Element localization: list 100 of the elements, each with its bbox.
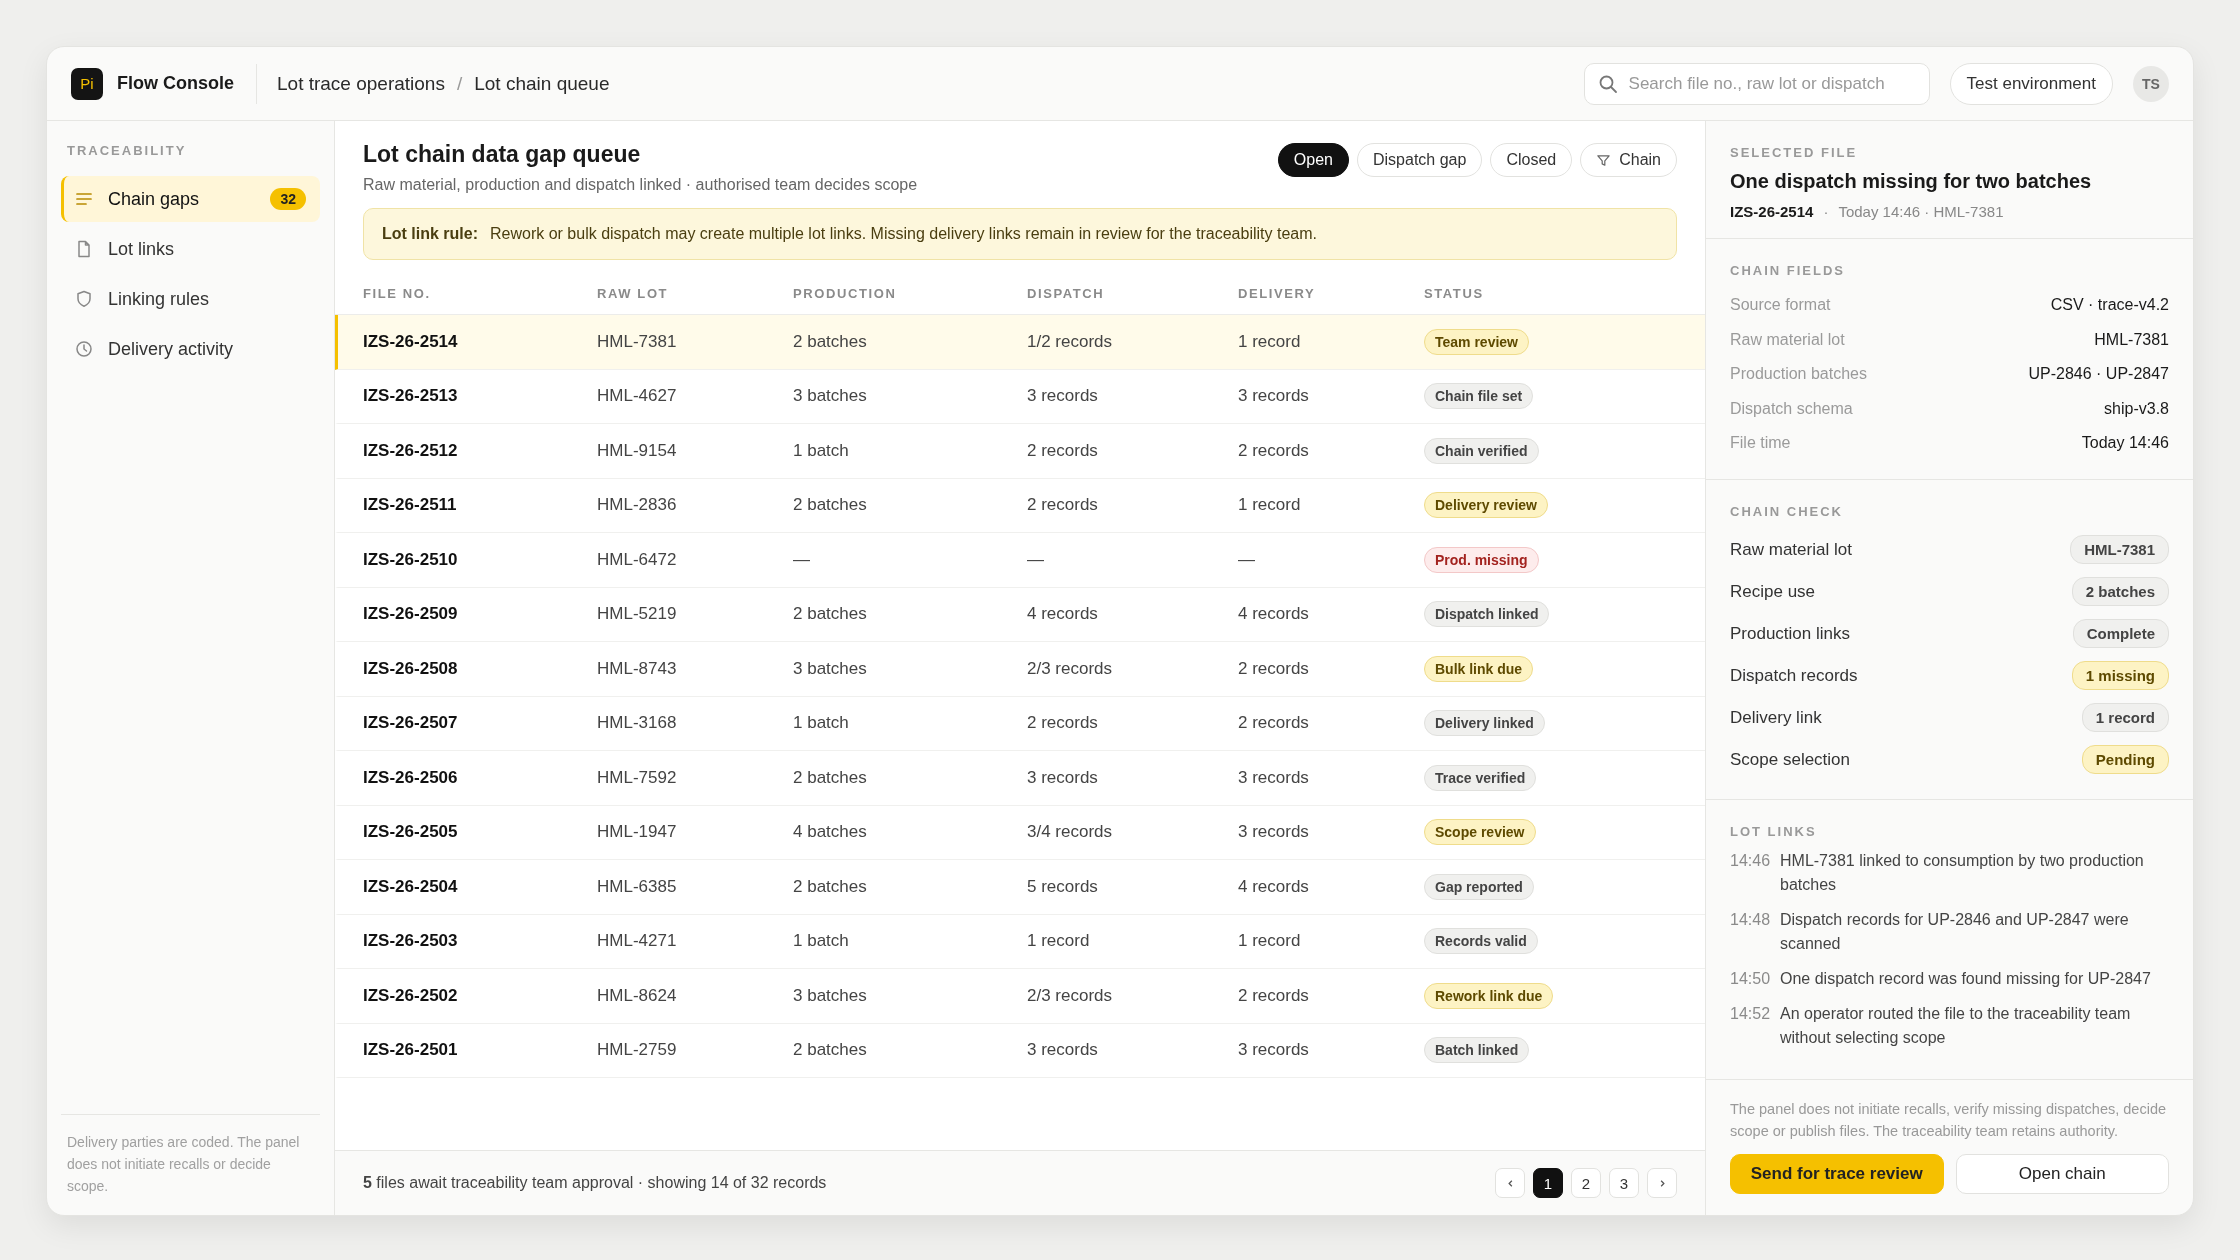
send-review-button[interactable]: Send for trace review bbox=[1730, 1153, 1944, 1194]
breadcrumb-link[interactable]: Lot chain queue bbox=[474, 72, 610, 95]
table-cell-text: 2/3 records bbox=[1027, 985, 1114, 1006]
field-label: Raw material lot bbox=[1730, 330, 1845, 349]
table-row[interactable]: IZS-26-2508 HML-8743 3 batches 2/3 records 2 records Bulk link due bbox=[335, 642, 1705, 697]
table-row[interactable]: IZS-26-2510 HML-6472 — — — Prod. missing bbox=[335, 533, 1705, 588]
table-cell-text: 4 records bbox=[1238, 604, 1310, 625]
table-row[interactable]: IZS-26-2501 HML-2759 2 batches 3 records 3 records Batch linked bbox=[335, 1023, 1705, 1078]
table-cell-text: 3 records bbox=[1238, 1040, 1310, 1061]
table-cell-text: HML-9154 bbox=[597, 440, 678, 461]
search-field[interactable]: Search file no., raw lot or dispatch bbox=[1583, 62, 1930, 105]
page-button[interactable]: 1 bbox=[1533, 1168, 1563, 1198]
table-cell-text: HML-1947 bbox=[597, 822, 678, 843]
file-number: IZS-26-2512 bbox=[363, 440, 459, 461]
status-badge: Dispatch linked bbox=[1424, 601, 1550, 628]
clock-icon bbox=[74, 339, 94, 359]
file-meta: Today 14:46 · HML-7381 bbox=[1838, 203, 2004, 220]
table-cell-text: 3 records bbox=[1238, 767, 1310, 788]
sidebar-item[interactable]: Chain gaps 32 bbox=[61, 176, 320, 222]
column-header: FILE NO. bbox=[363, 285, 432, 301]
table-row[interactable]: IZS-26-2505 HML-1947 4 batches 3/4 records 3 records Scope review bbox=[335, 805, 1705, 860]
status-badge: Rework link due bbox=[1424, 982, 1554, 1009]
section-heading: TRACEABILITY bbox=[66, 142, 188, 160]
file-number: IZS-26-2511 bbox=[363, 495, 458, 516]
section-heading: SELECTED FILE bbox=[1730, 145, 1859, 160]
status-badge: Team review bbox=[1424, 328, 1529, 355]
filter-chip[interactable]: Dispatch gap bbox=[1357, 143, 1483, 177]
table-cell-text: 1 batch bbox=[793, 713, 850, 734]
filter-chip[interactable]: Closed bbox=[1490, 143, 1573, 177]
table-cell-text: — bbox=[793, 549, 811, 570]
table-cell-text: 3 records bbox=[1238, 822, 1310, 843]
check-badge: Complete bbox=[2072, 619, 2169, 648]
open-chain-button[interactable]: Open chain bbox=[1955, 1153, 2169, 1194]
page-button[interactable]: 3 bbox=[1609, 1168, 1639, 1198]
table-cell-text: 2 records bbox=[1238, 713, 1310, 734]
check-label: Raw material lot bbox=[1730, 539, 1852, 560]
table-cell-text: 2/3 records bbox=[1027, 658, 1114, 679]
column-header: DISPATCH bbox=[1027, 285, 1106, 301]
filter-icon bbox=[1596, 152, 1612, 168]
section-heading: CHAIN FIELDS bbox=[1730, 263, 1846, 278]
table-row[interactable]: IZS-26-2507 HML-3168 1 batch 2 records 2 records Delivery linked bbox=[335, 696, 1705, 751]
file-number: IZS-26-2502 bbox=[363, 985, 459, 1006]
status-badge: Bulk link due bbox=[1424, 655, 1534, 682]
table-cell-text: HML-5219 bbox=[597, 604, 678, 625]
field-value: Today 14:46 bbox=[2081, 434, 2169, 453]
next-page-button[interactable] bbox=[1647, 1168, 1677, 1198]
table-cell-text: 3 batches bbox=[793, 386, 868, 407]
table-cell-text: HML-6472 bbox=[597, 549, 678, 570]
status-badge: Prod. missing bbox=[1424, 546, 1539, 573]
file-number: IZS-26-2504 bbox=[363, 876, 459, 897]
table-cell-text: — bbox=[1238, 549, 1256, 570]
event-time: 14:50 bbox=[1730, 968, 1768, 989]
table-cell-text: 1/2 records bbox=[1027, 331, 1114, 352]
page-subtitle: Raw material, production and dispatch linked · authorised team decides scope bbox=[363, 176, 918, 194]
table-cell-text: 3 batches bbox=[793, 985, 868, 1006]
table-cell-text: 1 record bbox=[1238, 495, 1302, 516]
table-cell-text: 3 records bbox=[1027, 767, 1099, 788]
sidebar-item[interactable]: Lot links bbox=[61, 226, 320, 272]
table-row[interactable]: IZS-26-2511 HML-2836 2 batches 2 records 1 record Delivery review bbox=[335, 478, 1705, 533]
table-cell-text: 2 batches bbox=[793, 495, 868, 516]
column-header: STATUS bbox=[1424, 285, 1485, 301]
table-cell-text: 3 records bbox=[1027, 1040, 1099, 1061]
table-cell-text: 2 batches bbox=[793, 331, 868, 352]
app-logo: Pi bbox=[71, 67, 103, 100]
check-badge: 1 record bbox=[2081, 703, 2169, 732]
check-label: Delivery link bbox=[1730, 707, 1822, 728]
table-row[interactable]: IZS-26-2502 HML-8624 3 batches 2/3 records 2 records Rework link due bbox=[335, 969, 1705, 1024]
status-badge: Delivery linked bbox=[1424, 710, 1545, 737]
page-title: Lot chain data gap queue bbox=[363, 141, 642, 168]
table-row[interactable]: IZS-26-2509 HML-5219 2 batches 4 records 4 records Dispatch linked bbox=[335, 587, 1705, 642]
field-value: CSV · trace-v4.2 bbox=[2050, 296, 2169, 315]
table-row[interactable]: IZS-26-2513 HML-4627 3 batches 3 records 3 records Chain file set bbox=[335, 369, 1705, 424]
user-avatar[interactable]: TS bbox=[2133, 65, 2169, 102]
table-cell-text: 3 batches bbox=[793, 658, 868, 679]
filter-chip[interactable]: Open bbox=[1277, 143, 1349, 177]
table-cell-text: HML-2759 bbox=[597, 1040, 678, 1061]
file-title: One dispatch missing for two batches bbox=[1730, 170, 2093, 193]
previous-page-button[interactable] bbox=[1495, 1168, 1525, 1198]
environment-button[interactable]: Test environment bbox=[1949, 62, 2113, 105]
table-cell-text: 2 batches bbox=[793, 876, 868, 897]
table-cell-text: — bbox=[1027, 549, 1045, 570]
table-row[interactable]: IZS-26-2512 HML-9154 1 batch 2 records 2 records Chain verified bbox=[335, 424, 1705, 479]
field-label: Source format bbox=[1730, 296, 1831, 315]
check-label: Dispatch records bbox=[1730, 665, 1858, 686]
table-row[interactable]: IZS-26-2504 HML-6385 2 batches 5 records 4 records Gap reported bbox=[335, 860, 1705, 915]
table-cell-text: HML-2836 bbox=[597, 495, 678, 516]
filter-chip[interactable]: Chain bbox=[1580, 143, 1677, 177]
page-button[interactable]: 2 bbox=[1571, 1168, 1601, 1198]
app-name: Flow Console bbox=[117, 73, 234, 94]
table-row[interactable]: IZS-26-2503 HML-4271 1 batch 1 record 1 record Records valid bbox=[335, 914, 1705, 969]
column-header: DELIVERY bbox=[1238, 285, 1317, 301]
table-cell-text: HML-3168 bbox=[597, 713, 678, 734]
table-cell-text: 2 records bbox=[1027, 495, 1099, 516]
sidebar-item[interactable]: Delivery activity bbox=[61, 326, 320, 372]
breadcrumb-link[interactable]: Lot trace operations bbox=[277, 72, 445, 95]
check-badge: HML-7381 bbox=[2070, 535, 2169, 564]
status-badge: Batch linked bbox=[1424, 1037, 1530, 1064]
table-row[interactable]: IZS-26-2514 HML-7381 2 batches 1/2 records 1 record Team review bbox=[335, 315, 1705, 370]
table-row[interactable]: IZS-26-2506 HML-7592 2 batches 3 records 3 records Trace verified bbox=[335, 751, 1705, 806]
sidebar-item[interactable]: Linking rules bbox=[61, 276, 320, 322]
